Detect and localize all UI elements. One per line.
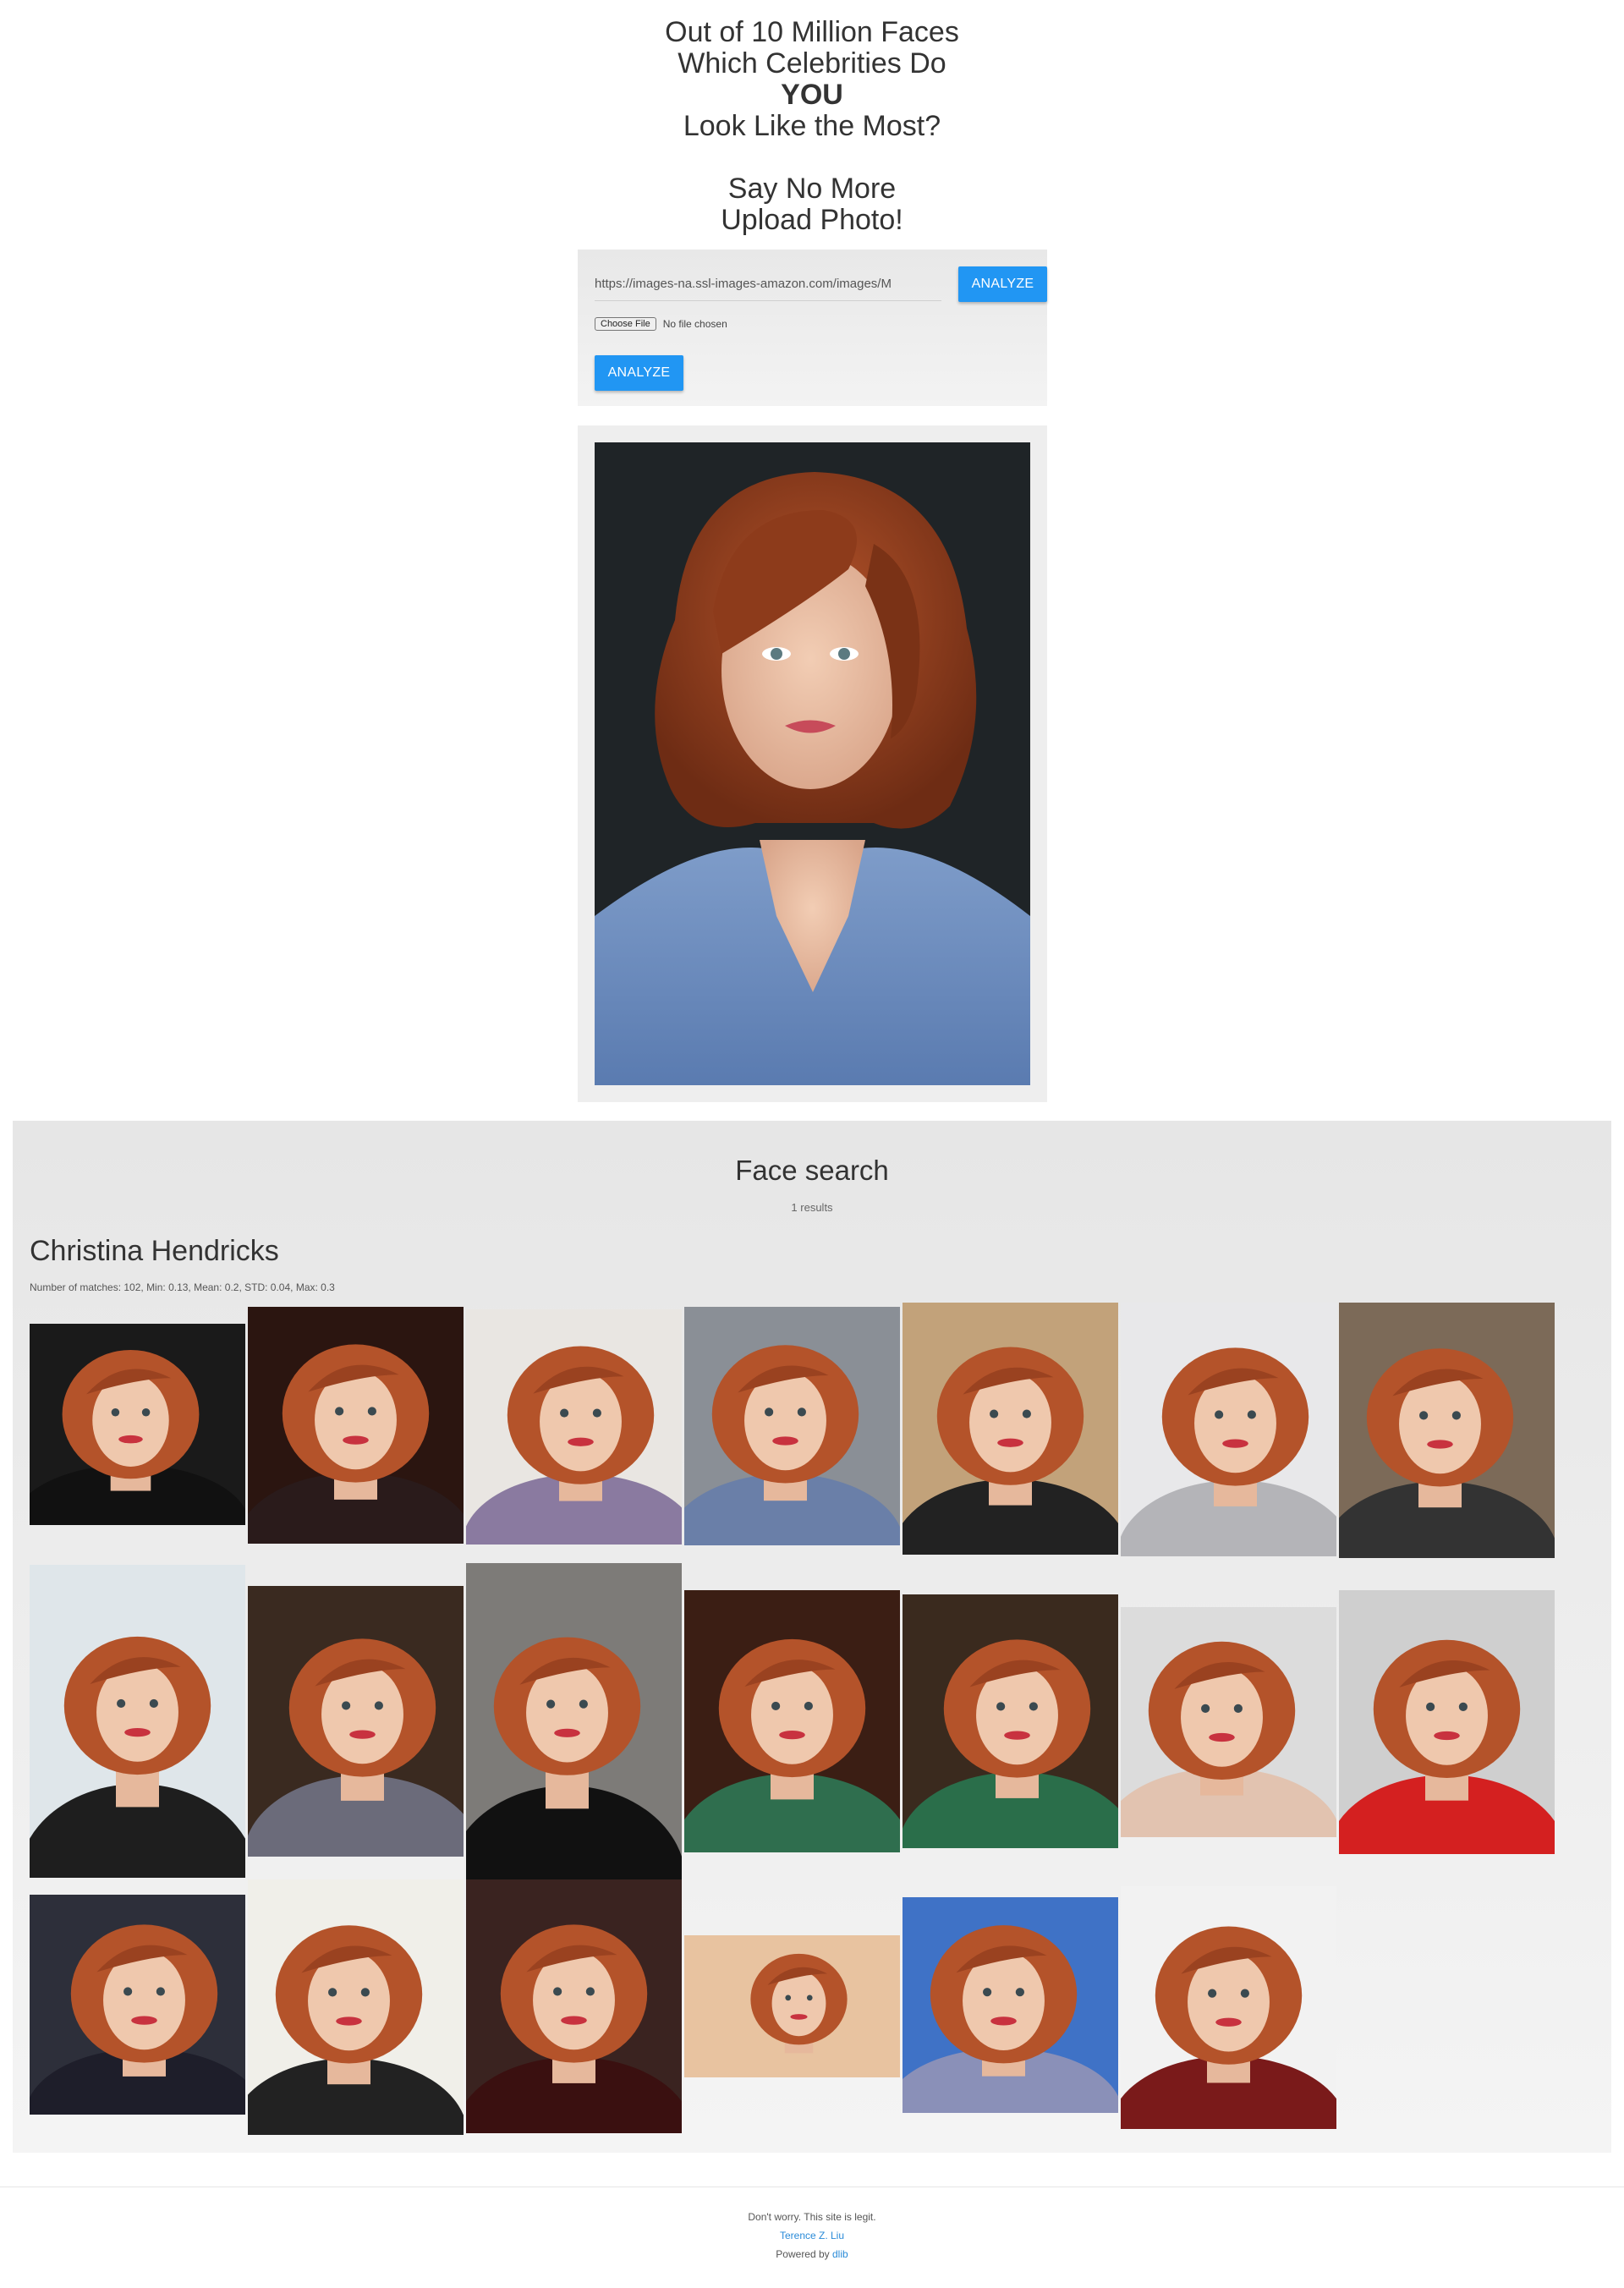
thumbnail-illustration (30, 1895, 245, 2115)
thumbnail-illustration (1339, 1590, 1555, 1854)
match-thumbnail[interactable] (30, 1324, 245, 1525)
thumbnail-illustration (466, 1309, 682, 1545)
match-thumbnail[interactable] (1121, 1886, 1336, 2129)
match-thumbnail[interactable] (684, 1307, 900, 1545)
hero-line-6: Upload Photo! (721, 204, 903, 236)
uploaded-photo-card (578, 425, 1047, 1102)
choose-file-button[interactable]: Choose File (595, 317, 656, 331)
thumbnail-illustration (1121, 1303, 1336, 1556)
thumbnail-illustration (903, 1897, 1118, 2113)
match-name: Christina Hendricks (30, 1235, 279, 1267)
uploaded-photo-illustration (595, 442, 1030, 1085)
thumbnail-illustration (1121, 1607, 1336, 1837)
footer-powered-row: Powered by dlib (0, 2248, 1624, 2260)
match-thumbnail[interactable] (684, 1935, 900, 2077)
thumbnail-illustration (248, 1307, 464, 1544)
match-thumbnail[interactable] (466, 1563, 682, 1881)
match-thumbnail[interactable] (1121, 1607, 1336, 1837)
match-thumbnail[interactable] (1339, 1590, 1555, 1854)
uploaded-photo (595, 442, 1030, 1085)
thumbnail-illustration (684, 1935, 900, 2077)
match-thumbnail[interactable] (1121, 1303, 1336, 1556)
url-row: ANALYZE (595, 266, 1047, 302)
thumbnail-illustration (30, 1565, 245, 1878)
author-link[interactable]: Terence Z. Liu (780, 2230, 844, 2241)
upload-form: ANALYZE Choose File No file chosen ANALY… (578, 250, 1047, 406)
match-thumbnail[interactable] (466, 1879, 682, 2133)
match-thumbnail[interactable] (903, 1303, 1118, 1555)
thumbnail-illustration (1121, 1886, 1336, 2129)
thumbnail-illustration (903, 1594, 1118, 1848)
thumbnail-illustration (248, 1586, 464, 1857)
thumbnail-illustration (248, 1879, 464, 2135)
hero-line-4: Look Like the Most? (683, 110, 941, 142)
match-stats: Number of matches: 102, Min: 0.13, Mean:… (30, 1281, 335, 1293)
powered-by-label: Powered by (776, 2248, 832, 2260)
file-status: No file chosen (662, 318, 727, 330)
results-count: 1 results (791, 1201, 833, 1214)
thumbnail-illustration (684, 1307, 900, 1545)
hero-spacer (0, 142, 1624, 173)
footer: Don't worry. This site is legit. Terence… (0, 2186, 1624, 2288)
face-search-results: Face search 1 results Christina Hendrick… (13, 1121, 1611, 2153)
match-thumbnail[interactable] (903, 1594, 1118, 1848)
match-thumbnail[interactable] (466, 1309, 682, 1545)
analyze-url-button[interactable]: ANALYZE (958, 266, 1047, 302)
thumbnail-illustration (466, 1879, 682, 2133)
match-thumbnail[interactable] (30, 1895, 245, 2115)
match-thumbnail[interactable] (30, 1565, 245, 1878)
image-url-input[interactable] (595, 266, 941, 301)
thumbnail-illustration (30, 1324, 245, 1525)
match-thumbnail[interactable] (684, 1590, 900, 1852)
hero-line-5: Say No More (727, 173, 897, 205)
match-thumbnail[interactable] (248, 1879, 464, 2135)
match-thumbnail[interactable] (248, 1307, 464, 1544)
file-row: Choose File No file chosen (595, 317, 727, 331)
dlib-link[interactable]: dlib (832, 2248, 848, 2260)
thumbnail-illustration (903, 1303, 1118, 1555)
hero-line-1: Out of 10 Million Faces (665, 16, 959, 48)
thumbnail-illustration (466, 1563, 682, 1881)
match-thumbnail[interactable] (1339, 1303, 1555, 1558)
match-thumbnail[interactable] (248, 1586, 464, 1857)
footer-note: Don't worry. This site is legit. (748, 2211, 876, 2223)
hero-line-3: YOU (781, 79, 843, 111)
match-thumbnail[interactable] (903, 1897, 1118, 2113)
thumbnail-illustration (684, 1590, 900, 1852)
hero: Out of 10 Million Faces Which Celebritie… (0, 0, 1624, 236)
hero-line-2: Which Celebrities Do (678, 47, 946, 80)
footer-author-row: Terence Z. Liu (0, 2230, 1624, 2241)
results-title: Face search (735, 1155, 889, 1186)
thumbnail-illustration (1339, 1303, 1555, 1558)
analyze-file-button[interactable]: ANALYZE (595, 355, 683, 391)
